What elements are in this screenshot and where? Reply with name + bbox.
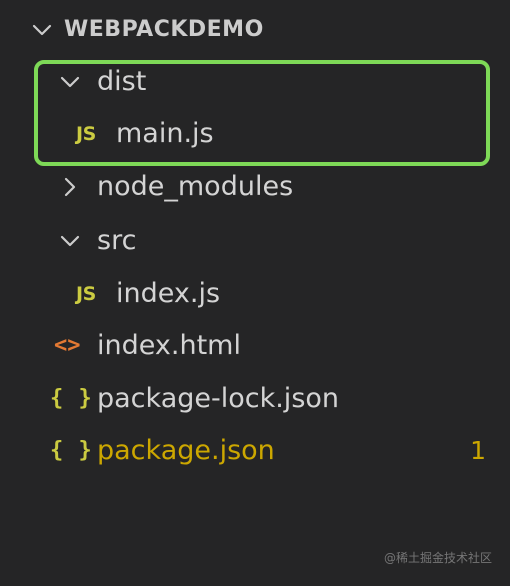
explorer-root-header[interactable]: WEBPACKDEMO bbox=[0, 4, 510, 56]
tree-item-label: package-lock.json bbox=[97, 383, 340, 414]
watermark-text: @稀土掘金技术社区 bbox=[383, 551, 492, 565]
tree-item-dist[interactable]: dist bbox=[0, 56, 510, 108]
js-file-icon: JS bbox=[76, 283, 96, 305]
html-file-icon: <> bbox=[54, 333, 81, 358]
chevron-right-icon[interactable] bbox=[58, 175, 82, 199]
chevron-down-icon[interactable] bbox=[58, 229, 82, 253]
tree-item-index-html[interactable]: <> index.html bbox=[0, 320, 510, 372]
json-file-icon: { } bbox=[50, 386, 93, 411]
chevron-down-icon[interactable] bbox=[30, 18, 54, 42]
tree-item-label: node_modules bbox=[97, 171, 294, 202]
tree-item-label: main.js bbox=[116, 118, 214, 149]
tree-item-label: index.html bbox=[97, 330, 241, 361]
json-file-icon: { } bbox=[50, 438, 93, 463]
problems-count-badge: 1 bbox=[470, 436, 486, 465]
tree-item-package-lock-json[interactable]: { } package-lock.json bbox=[0, 373, 510, 425]
tree-item-label: index.js bbox=[116, 278, 221, 309]
tree-item-label: src bbox=[97, 225, 137, 256]
tree-item-node-modules[interactable]: node_modules bbox=[0, 161, 510, 213]
js-file-icon: JS bbox=[76, 123, 96, 145]
tree-item-index-js[interactable]: JS index.js bbox=[0, 268, 510, 320]
tree-item-src[interactable]: src bbox=[0, 215, 510, 267]
tree-item-main-js[interactable]: JS main.js bbox=[0, 108, 510, 160]
file-explorer: WEBPACKDEMO dist JS main.js node_modules… bbox=[0, 0, 510, 586]
tree-item-label: package.json bbox=[97, 435, 275, 466]
chevron-down-icon[interactable] bbox=[58, 70, 82, 94]
explorer-root-label: WEBPACKDEMO bbox=[64, 17, 264, 42]
tree-item-label: dist bbox=[97, 66, 147, 97]
tree-item-package-json[interactable]: { } package.json 1 bbox=[0, 425, 510, 477]
